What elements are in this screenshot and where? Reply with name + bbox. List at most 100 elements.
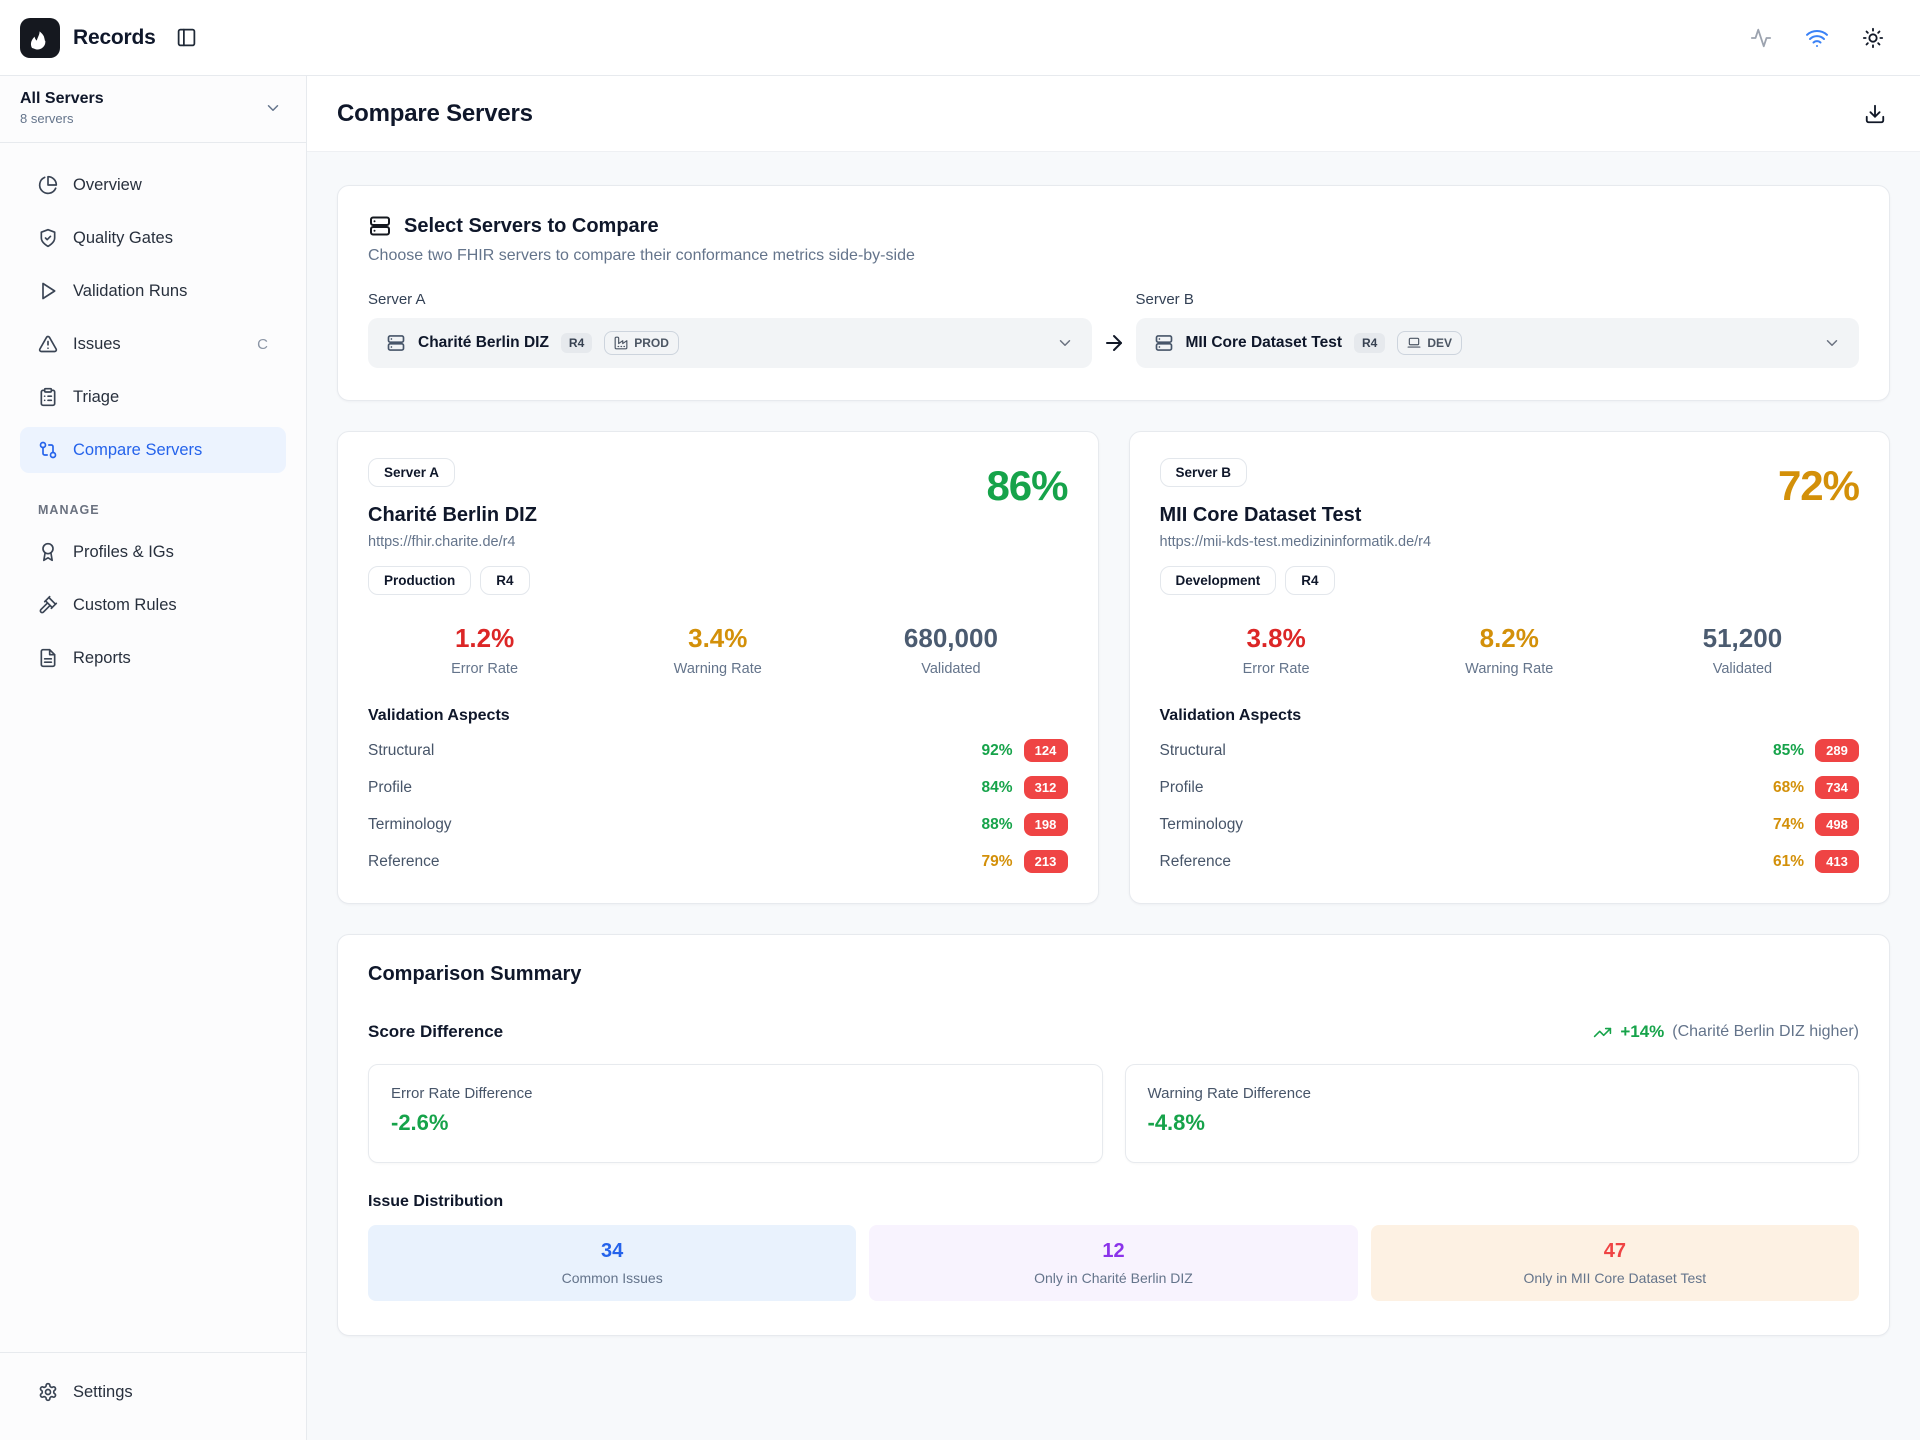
server-b-card: Server B 72% MII Core Dataset Test https… [1129,431,1891,904]
dist-value: 34 [601,1240,623,1263]
sidebar-toggle-icon[interactable] [176,27,197,48]
server-icon [386,333,406,353]
server-a-version-badge: R4 [561,333,592,353]
stat-value: 1.2% [368,623,601,654]
server-b-name: MII Core Dataset Test [1186,334,1342,352]
aspect-label: Structural [1160,742,1226,760]
aspect-count-badge: 289 [1815,739,1859,762]
sidebar-item-issues[interactable]: Issues C [20,321,286,367]
aspect-percent: 85% [1773,742,1804,760]
sidebar-item-overview[interactable]: Overview [20,162,286,208]
score-difference-note: (Charité Berlin DIZ higher) [1672,1023,1859,1041]
aspect-percent: 92% [981,742,1012,760]
summary-title: Comparison Summary [368,963,1859,986]
manage-section-label: MANAGE [38,503,286,517]
aspect-percent: 84% [981,779,1012,797]
sidebar-item-validation-runs[interactable]: Validation Runs [20,268,286,314]
stat-value: 3.4% [601,623,834,654]
dist-label: Only in MII Core Dataset Test [1524,1270,1707,1286]
diff-value: -2.6% [391,1110,1080,1136]
sidebar-item-settings[interactable]: Settings [20,1369,286,1415]
aspect-label: Reference [368,853,440,871]
aspect-label: Reference [1160,853,1232,871]
aspect-count-badge: 198 [1024,813,1068,836]
aspect-row-terminology: Terminology 88%198 [368,813,1068,836]
server-a-env-text: PROD [634,336,669,350]
chevron-down-icon [1056,334,1074,352]
page-content: Select Servers to Compare Choose two FHI… [307,152,1920,1440]
only-server-a-box: 12 Only in Charité Berlin DIZ [869,1225,1357,1301]
sidebar-item-quality-gates[interactable]: Quality Gates [20,215,286,261]
wifi-icon[interactable] [1805,26,1829,50]
server-icon [1154,333,1174,353]
nav-label: Reports [73,649,131,668]
server-b-url: https://mii-kds-test.medizininformatik.d… [1160,534,1860,550]
stat-value: 51,200 [1626,623,1859,654]
server-scope-selector[interactable]: All Servers 8 servers [0,76,306,143]
dist-label: Only in Charité Berlin DIZ [1034,1270,1193,1286]
aspect-row-terminology: Terminology 74%498 [1160,813,1860,836]
sidebar-item-reports[interactable]: Reports [20,635,286,681]
sidebar-item-triage[interactable]: Triage [20,374,286,420]
server-b-badge: Server B [1160,458,1248,487]
page-header: Compare Servers [307,76,1920,152]
warning-rate-difference-box: Warning Rate Difference -4.8% [1125,1064,1860,1163]
server-a-score: 86% [986,462,1067,510]
theme-sun-icon[interactable] [1862,27,1884,49]
stat-validated: 51,200 Validated [1626,623,1859,677]
server-b-version-badge: R4 [1354,333,1385,353]
award-icon [38,542,58,562]
sidebar-item-custom-rules[interactable]: Custom Rules [20,582,286,628]
laptop-icon [1407,336,1421,350]
clipboard-list-icon [38,387,58,407]
sidebar-item-compare-servers[interactable]: Compare Servers [20,427,286,473]
nav-label: Issues [73,335,121,354]
aspect-percent: 79% [981,853,1012,871]
stat-value: 8.2% [1393,623,1626,654]
nav-label: Custom Rules [73,596,177,615]
sidebar: All Servers 8 servers Overview Quality G… [0,76,307,1440]
dist-value: 12 [1102,1240,1124,1263]
scope-title: All Servers [20,90,264,108]
chevron-down-icon [1823,334,1841,352]
server-a-name: Charité Berlin DIZ [418,334,549,352]
server-a-env-pill: Production [368,566,471,595]
download-icon[interactable] [1864,103,1886,125]
stat-warning-rate: 3.4% Warning Rate [601,623,834,677]
score-difference-value: +14% [1620,1022,1664,1042]
aspect-row-structural: Structural 92%124 [368,739,1068,762]
aspect-percent: 68% [1773,779,1804,797]
server-b-select[interactable]: MII Core Dataset Test R4 DEV [1136,318,1860,368]
select-card-subtitle: Choose two FHIR servers to compare their… [368,247,1859,265]
server-a-env-badge: PROD [604,331,679,355]
server-a-select[interactable]: Charité Berlin DIZ R4 PROD [368,318,1092,368]
score-difference-label: Score Difference [368,1022,503,1042]
server-a-badge: Server A [368,458,455,487]
only-server-b-box: 47 Only in MII Core Dataset Test [1371,1225,1859,1301]
server-a-card: Server A 86% Charité Berlin DIZ https://… [337,431,1099,904]
aspects-title: Validation Aspects [368,707,1068,725]
nav-label: Compare Servers [73,441,202,460]
stat-value: 680,000 [834,623,1067,654]
aspect-label: Terminology [1160,816,1244,834]
stat-label: Validated [834,661,1067,677]
server-b-label: Server B [1136,291,1860,308]
server-a-column: Server A Charité Berlin DIZ R4 PROD [368,291,1092,368]
issue-distribution-label: Issue Distribution [368,1193,1859,1211]
stat-validated: 680,000 Validated [834,623,1067,677]
gear-icon [38,1382,58,1402]
stat-error-rate: 3.8% Error Rate [1160,623,1393,677]
aspect-row-profile: Profile 68%734 [1160,776,1860,799]
server-b-score: 72% [1778,462,1859,510]
diff-value: -4.8% [1148,1110,1837,1136]
sidebar-item-profiles-igs[interactable]: Profiles & IGs [20,529,286,575]
diff-label: Warning Rate Difference [1148,1085,1837,1102]
aspect-count-badge: 498 [1815,813,1859,836]
issues-indicator: C [257,336,268,353]
server-b-column: Server B MII Core Dataset Test R4 DEV [1136,291,1860,368]
server-b-env-pill: Development [1160,566,1277,595]
activity-icon[interactable] [1750,27,1772,49]
aspect-count-badge: 413 [1815,850,1859,873]
stat-label: Warning Rate [1393,661,1626,677]
app-logo [20,18,60,58]
